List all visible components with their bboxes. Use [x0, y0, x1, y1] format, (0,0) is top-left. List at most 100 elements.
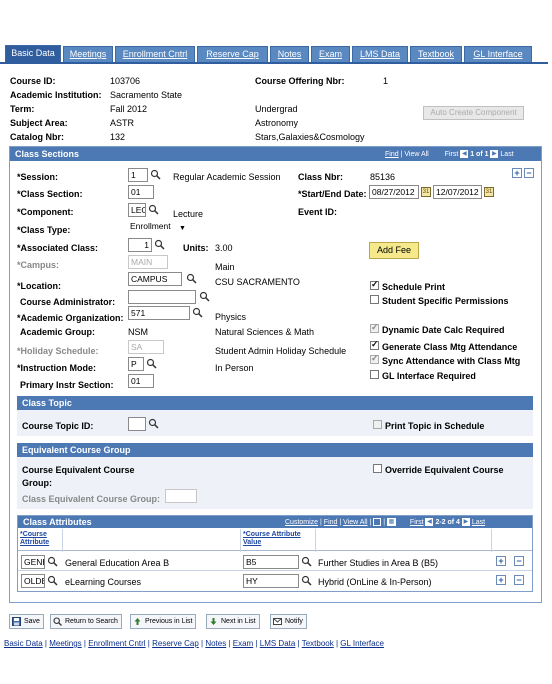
- course-topic-input[interactable]: [128, 417, 146, 431]
- end-date-calendar-icon[interactable]: 31: [484, 187, 494, 197]
- attributes-first-link[interactable]: First: [410, 519, 424, 526]
- course-offering-label: Course Offering Nbr:: [255, 76, 345, 86]
- associated-class-lookup-icon[interactable]: [154, 239, 165, 250]
- component-label: *Component:: [17, 207, 74, 217]
- attributes-find-link[interactable]: Find: [324, 519, 338, 526]
- notify-button[interactable]: Notify: [270, 614, 307, 629]
- gl-interface-checkbox[interactable]: [370, 370, 379, 379]
- tab-textbook[interactable]: Textbook: [410, 46, 462, 63]
- save-button[interactable]: Save: [9, 614, 44, 629]
- footer-link-reserve-cap[interactable]: Reserve Cap: [152, 639, 199, 648]
- tab-gl-interface[interactable]: GL Interface: [464, 46, 532, 63]
- tab-enrollment-cntrl[interactable]: Enrollment Cntrl: [115, 46, 195, 63]
- start-date-input[interactable]: 08/27/2012: [369, 185, 419, 199]
- return-to-search-button[interactable]: Return to Search: [50, 614, 122, 629]
- tab-meetings[interactable]: Meetings: [63, 46, 113, 63]
- prev-arrow-icon[interactable]: ◀: [460, 150, 469, 158]
- generate-class-label: Generate Class Mtg Attendance: [382, 342, 518, 352]
- auto-create-component-button[interactable]: Auto Create Component: [423, 106, 524, 120]
- attribute-input[interactable]: OLDE: [21, 574, 45, 588]
- component-lookup-icon[interactable]: [148, 204, 159, 215]
- delete-row-icon[interactable]: −: [514, 556, 524, 566]
- institution-value: Sacramento State: [110, 90, 183, 100]
- attribute-value-input[interactable]: HY: [243, 574, 299, 588]
- add-fee-button[interactable]: Add Fee: [369, 242, 419, 259]
- schedule-print-checkbox[interactable]: [370, 279, 379, 290]
- override-equiv-checkbox[interactable]: [373, 464, 382, 473]
- attributes-prev-arrow-icon[interactable]: ◀: [425, 518, 434, 526]
- associated-class-input[interactable]: 1: [128, 238, 152, 252]
- tab-reserve-cap[interactable]: Reserve Cap: [197, 46, 268, 63]
- tab-notes[interactable]: Notes: [270, 46, 309, 63]
- end-date-input[interactable]: 12/07/2012: [433, 185, 482, 199]
- delete-row-icon[interactable]: −: [514, 575, 524, 585]
- footer-link-exam[interactable]: Exam: [233, 639, 253, 648]
- class-section-input[interactable]: 01: [128, 185, 154, 199]
- course-topic-lookup-icon[interactable]: [148, 418, 159, 429]
- attribute-input[interactable]: GENB: [21, 555, 45, 569]
- class-nbr-value: 85136: [370, 172, 396, 182]
- student-specific-checkbox[interactable]: [370, 295, 379, 304]
- add-row-icon[interactable]: +: [496, 556, 506, 566]
- session-lookup-icon[interactable]: [150, 169, 161, 180]
- footer-link-basic-data[interactable]: Basic Data: [4, 639, 43, 648]
- units-value: 3.00: [215, 243, 233, 253]
- footer-link-meetings[interactable]: Meetings: [49, 639, 81, 648]
- attributes-last-link[interactable]: Last: [472, 519, 485, 526]
- attributes-next-arrow-icon[interactable]: ▶: [461, 518, 470, 526]
- institution-label: Academic Institution:: [10, 90, 102, 100]
- footer-link-notes[interactable]: Notes: [205, 639, 226, 648]
- previous-in-list-button[interactable]: Previous in List: [130, 614, 197, 629]
- class-sections-last-link[interactable]: Last: [500, 151, 513, 158]
- location-input[interactable]: CAMPUS: [128, 272, 182, 286]
- tab-lms-data[interactable]: LMS Data: [352, 46, 408, 63]
- class-section-label: *Class Section:: [17, 189, 83, 199]
- override-equiv-label: Override Equivalent Course: [385, 465, 504, 475]
- footer-link-textbook[interactable]: Textbook: [302, 639, 334, 648]
- primary-instr-input[interactable]: 01: [128, 374, 154, 388]
- footer-link-enrollment-cntrl[interactable]: Enrollment Cntrl: [88, 639, 145, 648]
- download-icon[interactable]: ▦: [386, 518, 396, 526]
- tab-basic-data[interactable]: Basic Data: [5, 45, 61, 63]
- course-admin-lookup-icon[interactable]: [199, 291, 210, 302]
- location-lookup-icon[interactable]: [186, 273, 197, 284]
- attribute-value-input[interactable]: B5: [243, 555, 299, 569]
- add-row-icon[interactable]: +: [496, 575, 506, 585]
- instruction-mode-input[interactable]: P: [128, 357, 144, 371]
- instruction-mode-lookup-icon[interactable]: [146, 358, 157, 369]
- academic-group-label: Academic Group:: [20, 327, 96, 337]
- customize-link[interactable]: Customize: [285, 519, 318, 526]
- generate-class-checkbox[interactable]: [370, 339, 379, 350]
- attribute-lookup-icon[interactable]: [47, 556, 58, 567]
- campus-input: MAIN: [128, 255, 168, 269]
- attribute-value-lookup-icon[interactable]: [301, 575, 312, 586]
- next-arrow-icon[interactable]: ▶: [490, 150, 499, 158]
- class-sections-find-link[interactable]: Find: [385, 151, 399, 158]
- course-admin-input[interactable]: [128, 290, 196, 304]
- footer-link-lms-data[interactable]: LMS Data: [260, 639, 296, 648]
- search-icon: [53, 617, 62, 626]
- footer-link-gl-interface[interactable]: GL Interface: [340, 639, 384, 648]
- tab-exam[interactable]: Exam: [311, 46, 350, 63]
- attribute-lookup-icon[interactable]: [47, 575, 58, 586]
- academic-org-input[interactable]: 571: [128, 306, 190, 320]
- add-row-icon[interactable]: +: [512, 168, 522, 178]
- class-sections-view-all-link[interactable]: View All: [404, 151, 428, 158]
- delete-row-icon[interactable]: −: [524, 168, 534, 178]
- holiday-schedule-label: *Holiday Schedule:: [17, 346, 99, 356]
- next-in-list-button[interactable]: Next in List: [206, 614, 260, 629]
- class-sections-count: 1 of 1: [470, 150, 489, 158]
- start-date-calendar-icon[interactable]: 31: [421, 187, 431, 197]
- col-course-attribute-value[interactable]: *Course Attribute Value: [243, 531, 301, 547]
- attributes-view-all-link[interactable]: View All: [343, 519, 367, 526]
- class-type-select[interactable]: Enrollment ▼: [128, 220, 188, 234]
- grid-view-icon[interactable]: [373, 518, 382, 526]
- attribute-value-lookup-icon[interactable]: [301, 556, 312, 567]
- class-sections-first-link[interactable]: First: [445, 151, 459, 158]
- class-equiv-input: [165, 489, 197, 503]
- col-course-attribute[interactable]: *Course Attribute: [20, 531, 50, 547]
- class-sections-nav: Find | View All First ◀ 1 of 1 ▶ Last: [385, 150, 514, 158]
- session-input[interactable]: 1: [128, 168, 148, 182]
- component-input[interactable]: LEC: [128, 203, 146, 217]
- academic-org-lookup-icon[interactable]: [192, 307, 203, 318]
